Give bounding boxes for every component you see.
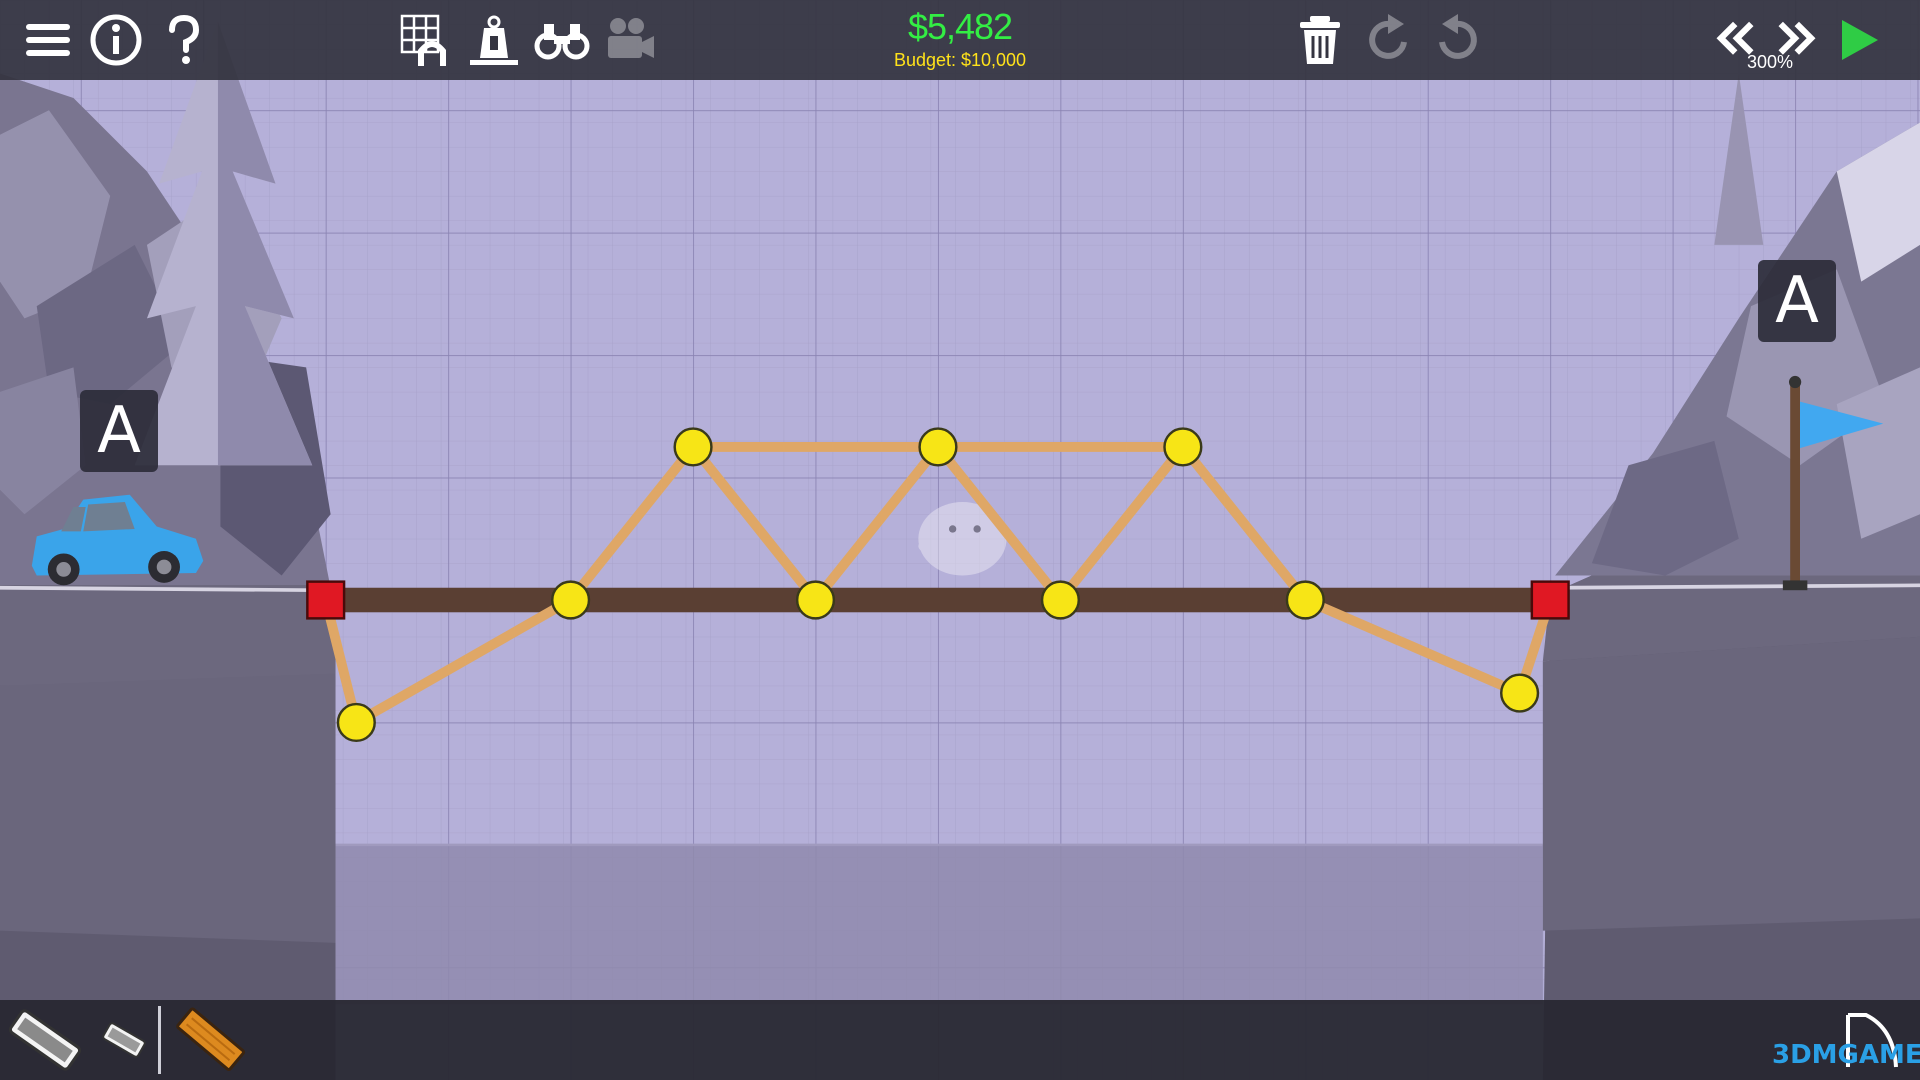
wood-material-icon[interactable]	[170, 1005, 250, 1075]
bridge-joint[interactable]	[336, 702, 376, 743]
left-road	[0, 585, 316, 593]
budget-label: Budget: $10,000	[893, 50, 1027, 70]
weight-icon[interactable]	[464, 10, 524, 70]
bridge-joint[interactable]	[551, 580, 591, 620]
bridge-joint[interactable]	[1163, 427, 1203, 467]
top-toolbar: $5,482 Budget: $10,000 300%	[0, 0, 1920, 80]
redo-icon[interactable]	[1358, 10, 1418, 70]
watermark-logo: 3DMGAME	[1772, 1040, 1920, 1070]
material-toolbar	[0, 1000, 1920, 1080]
bridge-joint[interactable]	[1285, 580, 1325, 620]
bridge-joint[interactable]	[1040, 580, 1081, 620]
road-material-icon[interactable]	[4, 1005, 86, 1075]
bridge-joint[interactable]	[795, 580, 836, 620]
playback-speed: 300%	[1746, 52, 1794, 72]
water	[335, 844, 1543, 1005]
right-road	[1557, 583, 1920, 590]
grid-arch-icon[interactable]	[396, 10, 456, 70]
help-icon[interactable]	[154, 10, 214, 70]
trash-icon[interactable]	[1290, 10, 1350, 70]
anchor-point[interactable]	[306, 580, 346, 620]
binoculars-icon[interactable]	[532, 10, 592, 70]
info-icon[interactable]	[86, 10, 146, 70]
camera-icon[interactable]	[600, 10, 660, 70]
anchor-point[interactable]	[1530, 580, 1570, 620]
menu-icon[interactable]	[18, 10, 78, 70]
toolbar-divider	[158, 1006, 161, 1074]
checkpoint-sign-left: A	[80, 390, 158, 472]
bridge-joint[interactable]	[673, 427, 713, 467]
game-scene[interactable]	[0, 0, 1920, 1080]
play-icon[interactable]	[1828, 10, 1888, 70]
undo-icon[interactable]	[1428, 10, 1488, 70]
bridge-joint[interactable]	[918, 427, 958, 467]
bridge-cost: $5,482	[907, 6, 1013, 47]
checkpoint-sign-right: A	[1758, 260, 1836, 342]
eraser-material-icon[interactable]	[96, 1005, 152, 1075]
bridge-joint[interactable]	[1500, 673, 1540, 713]
